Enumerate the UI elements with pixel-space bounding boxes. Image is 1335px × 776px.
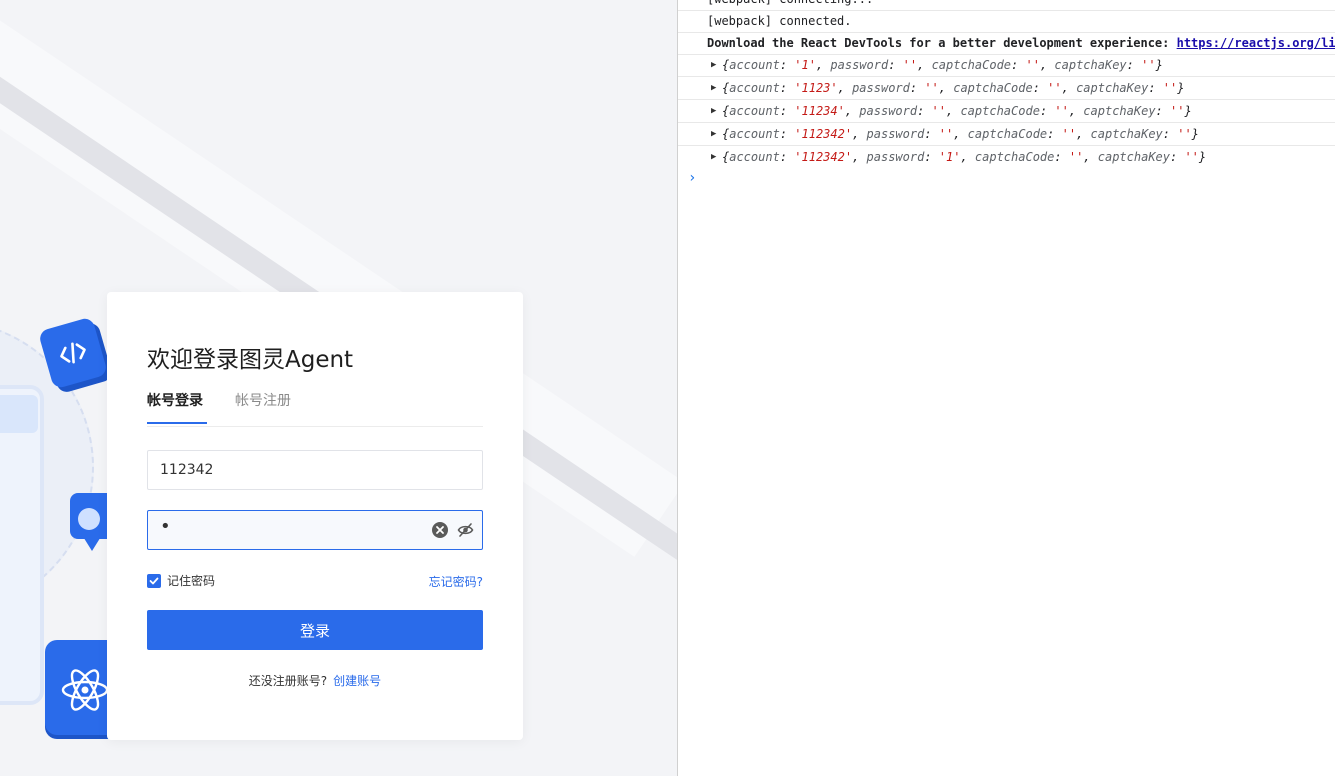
console-object-entry[interactable]: ▶ {account: '112342', password: '', capt… — [678, 123, 1335, 146]
forgot-password-link[interactable]: 忘记密码? — [429, 573, 483, 590]
no-account-text: 还没注册账号? — [248, 674, 328, 688]
react-devtools-link[interactable]: https://reactjs.org/li — [1177, 36, 1335, 50]
expand-triangle-icon[interactable]: ▶ — [711, 100, 716, 122]
login-card: 欢迎登录图灵Agent 帐号登录 帐号注册 112342 • 记住密码 忘记密码… — [107, 292, 523, 740]
eye-hidden-icon[interactable] — [457, 522, 474, 542]
clear-icon[interactable] — [432, 522, 448, 542]
create-account-link[interactable]: 创建账号 — [333, 674, 381, 688]
expand-triangle-icon[interactable]: ▶ — [711, 146, 716, 168]
tab-account-register[interactable]: 帐号注册 — [235, 390, 291, 410]
decorative-phone-header — [0, 395, 38, 433]
console-object-entry[interactable]: ▶ {account: '11234', password: '', captc… — [678, 100, 1335, 123]
login-title: 欢迎登录图灵Agent — [147, 347, 354, 373]
chat-bubble-icon — [70, 493, 108, 551]
password-input-value: • — [160, 516, 171, 537]
login-button[interactable]: 登录 — [147, 610, 483, 650]
console-line: Download the React DevTools for a better… — [678, 32, 1335, 55]
expand-triangle-icon[interactable]: ▶ — [711, 77, 716, 99]
console-object-entry[interactable]: ▶ {account: '1123', password: '', captch… — [678, 77, 1335, 100]
login-page: 欢迎登录图灵Agent 帐号登录 帐号注册 112342 • 记住密码 忘记密码… — [0, 0, 677, 776]
password-input[interactable]: • — [147, 510, 483, 550]
decorative-phone-illustration — [0, 385, 44, 705]
devtools-console: [webpack] connecting... [webpack] connec… — [677, 0, 1335, 776]
active-tab-indicator — [147, 422, 207, 424]
remember-password-label: 记住密码 — [167, 574, 216, 588]
expand-triangle-icon[interactable]: ▶ — [711, 123, 716, 145]
console-object-entry[interactable]: ▶ {account: '1', password: '', captchaCo… — [678, 54, 1335, 77]
console-object-entry[interactable]: ▶ {account: '112342', password: '1', cap… — [678, 146, 1335, 168]
atom-icon — [45, 640, 115, 735]
account-input[interactable]: 112342 — [147, 450, 483, 490]
tab-account-login[interactable]: 帐号登录 — [147, 390, 203, 410]
console-prompt[interactable]: › — [688, 170, 696, 186]
register-prompt: 还没注册账号? 创建账号 — [107, 672, 523, 689]
account-input-value: 112342 — [160, 462, 214, 478]
remember-password-checkbox[interactable]: 记住密码 — [147, 572, 215, 589]
console-line: [webpack] connected. — [678, 10, 1335, 33]
expand-triangle-icon[interactable]: ▶ — [711, 54, 716, 76]
checkbox-checked-icon[interactable] — [147, 573, 161, 588]
